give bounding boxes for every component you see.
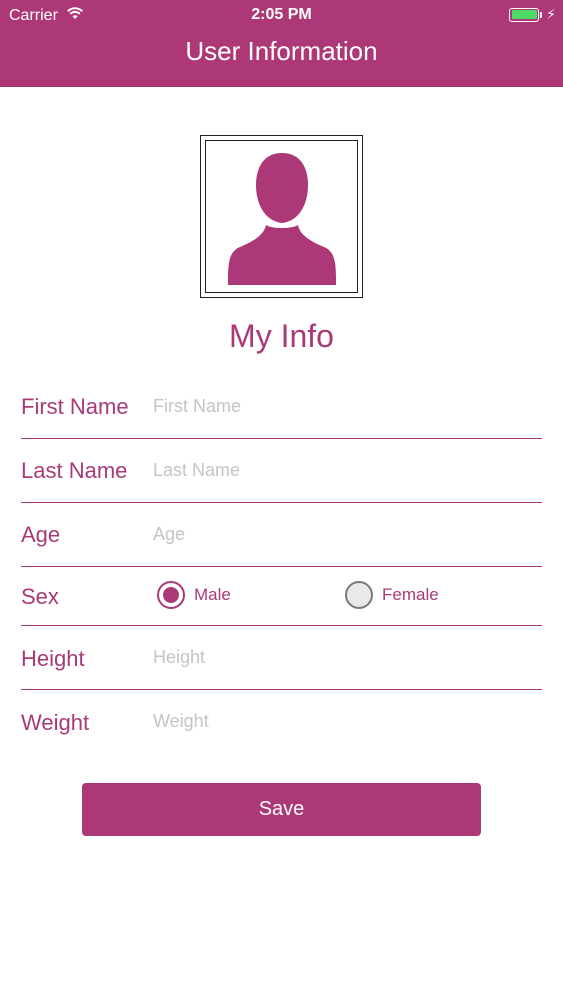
weight-input[interactable] bbox=[153, 706, 523, 736]
male-radio[interactable]: Male bbox=[157, 581, 231, 609]
radio-selected-dot bbox=[163, 587, 179, 603]
sex-label: Sex bbox=[21, 584, 59, 609]
height-input[interactable] bbox=[153, 642, 523, 672]
first-name-label: First Name bbox=[21, 394, 129, 419]
status-bar: Carrier 2:05 PM ⚡ bbox=[0, 0, 563, 30]
page-title: User Information bbox=[185, 36, 378, 66]
status-time: 2:05 PM bbox=[251, 6, 312, 23]
avatar-image-area[interactable] bbox=[205, 140, 358, 293]
female-radio-label[interactable]: Female bbox=[382, 585, 439, 605]
last-name-label: Last Name bbox=[21, 458, 128, 483]
navigation-bar: Carrier 2:05 PM ⚡ User Information bbox=[0, 0, 563, 87]
female-radio-button[interactable] bbox=[345, 581, 373, 609]
person-silhouette-icon bbox=[227, 152, 336, 285]
female-radio[interactable]: Female bbox=[345, 581, 439, 609]
first-name-input[interactable] bbox=[153, 391, 523, 421]
status-right: ⚡ bbox=[509, 6, 556, 23]
weight-label: Weight bbox=[21, 710, 90, 735]
age-row: Age bbox=[21, 503, 542, 567]
avatar[interactable] bbox=[200, 135, 363, 298]
last-name-input[interactable] bbox=[153, 455, 523, 485]
weight-row: Weight bbox=[21, 690, 542, 754]
battery-icon bbox=[509, 7, 540, 22]
first-name-row: First Name bbox=[21, 375, 542, 439]
last-name-row: Last Name bbox=[21, 439, 542, 503]
height-label: Height bbox=[21, 646, 85, 671]
age-label: Age bbox=[21, 522, 61, 547]
male-radio-label[interactable]: Male bbox=[194, 585, 231, 605]
section-heading: My Info bbox=[229, 318, 334, 354]
male-radio-button[interactable] bbox=[157, 581, 185, 609]
sex-row: Sex Male Female bbox=[21, 567, 542, 626]
charging-bolt-icon: ⚡ bbox=[546, 6, 556, 22]
battery-level bbox=[511, 10, 537, 19]
age-input[interactable] bbox=[153, 519, 523, 549]
battery-tip bbox=[540, 11, 543, 18]
height-row: Height bbox=[21, 626, 542, 690]
save-button[interactable]: Save bbox=[82, 783, 481, 836]
